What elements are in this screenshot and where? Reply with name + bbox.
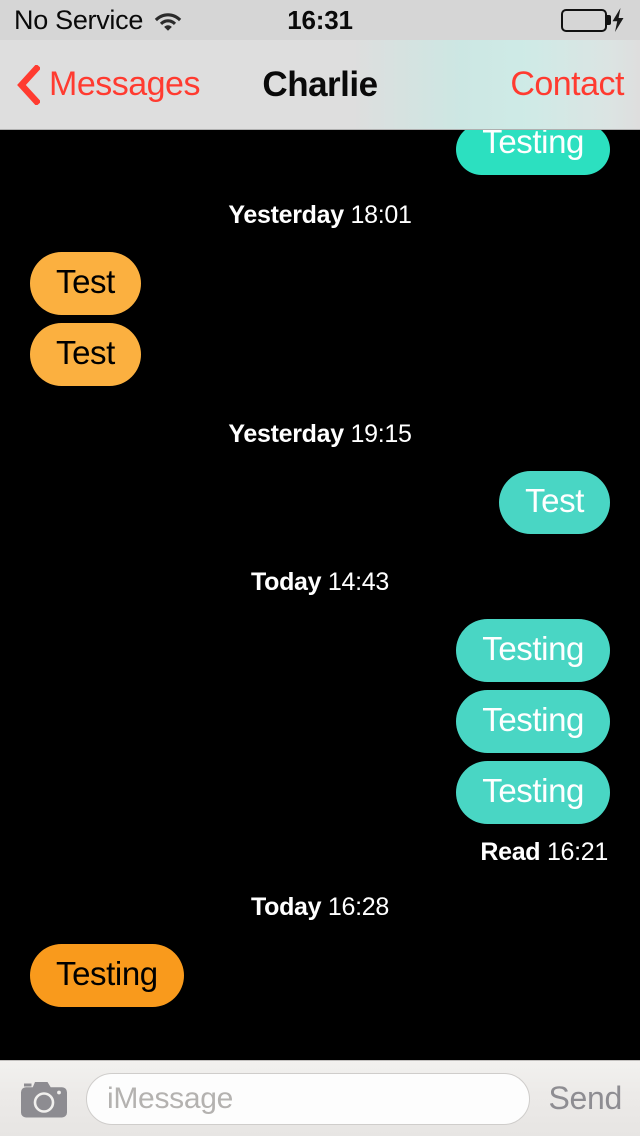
message-timestamp: Today 16:28 bbox=[0, 867, 640, 944]
back-button-label: Messages bbox=[49, 65, 200, 103]
message-timestamp: Yesterday 19:15 bbox=[0, 394, 640, 471]
read-receipt-status: Read bbox=[480, 837, 541, 866]
timestamp-day: Today bbox=[251, 567, 322, 596]
outgoing-message-bubble[interactable]: Testing bbox=[456, 689, 610, 753]
timestamp-time: 16:28 bbox=[327, 892, 389, 921]
message-list: Testing Yesterday 18:01 Test Test Yesterday … bbox=[0, 130, 640, 1023]
back-button[interactable]: Messages bbox=[16, 64, 200, 105]
read-receipt-time: 16:21 bbox=[546, 837, 608, 866]
contact-button[interactable]: Contact bbox=[510, 65, 624, 104]
wifi-icon bbox=[153, 9, 183, 31]
message-row: Testing bbox=[0, 618, 640, 682]
battery-nub bbox=[607, 15, 611, 25]
timestamp-time: 19:15 bbox=[350, 419, 412, 448]
timestamp-time: 14:43 bbox=[327, 567, 389, 596]
battery-icon bbox=[561, 8, 611, 32]
message-row: Test bbox=[0, 470, 640, 534]
send-button[interactable]: Send bbox=[544, 1080, 624, 1117]
message-row: Testing bbox=[0, 943, 640, 1007]
message-row: Testing bbox=[0, 689, 640, 753]
chevron-left-icon bbox=[16, 64, 40, 105]
imessage-text-input[interactable] bbox=[107, 1081, 510, 1116]
timestamp-day: Yesterday bbox=[228, 419, 344, 448]
message-row: Test bbox=[0, 251, 640, 315]
navigation-bar: Messages Charlie Contact bbox=[0, 40, 640, 130]
carrier-label: No Service bbox=[14, 4, 144, 35]
incoming-message-bubble[interactable]: Test bbox=[30, 322, 141, 386]
message-thread[interactable]: Testing Yesterday 18:01 Test Test Yesterday … bbox=[0, 130, 640, 1060]
lightning-bolt-icon bbox=[610, 8, 626, 32]
message-timestamp: Yesterday 18:01 bbox=[0, 175, 640, 252]
outgoing-message-bubble[interactable]: Testing bbox=[456, 618, 610, 682]
status-bar: No Service 16:31 bbox=[0, 0, 640, 40]
outgoing-message-bubble[interactable]: Testing bbox=[456, 760, 610, 824]
message-row: Test bbox=[0, 322, 640, 386]
timestamp-day: Yesterday bbox=[228, 200, 344, 229]
status-bar-right bbox=[561, 8, 626, 32]
incoming-message-bubble[interactable]: Testing bbox=[30, 943, 184, 1007]
timestamp-time: 18:01 bbox=[350, 200, 412, 229]
read-receipt: Read 16:21 bbox=[0, 832, 640, 867]
camera-icon[interactable] bbox=[16, 1077, 72, 1121]
status-bar-left: No Service bbox=[14, 5, 183, 36]
timestamp-day: Today bbox=[251, 892, 322, 921]
message-row: Testing bbox=[0, 760, 640, 824]
outgoing-message-bubble[interactable]: Test bbox=[499, 470, 610, 534]
message-input-field[interactable] bbox=[86, 1072, 531, 1125]
incoming-message-bubble[interactable]: Test bbox=[30, 251, 141, 315]
message-row: Testing bbox=[0, 130, 640, 175]
message-input-toolbar: Send bbox=[0, 1060, 640, 1136]
outgoing-message-bubble[interactable]: Testing bbox=[456, 130, 610, 175]
messages-app: No Service 16:31 Messages Charlie Contac… bbox=[0, 0, 640, 1136]
message-timestamp: Today 14:43 bbox=[0, 542, 640, 619]
